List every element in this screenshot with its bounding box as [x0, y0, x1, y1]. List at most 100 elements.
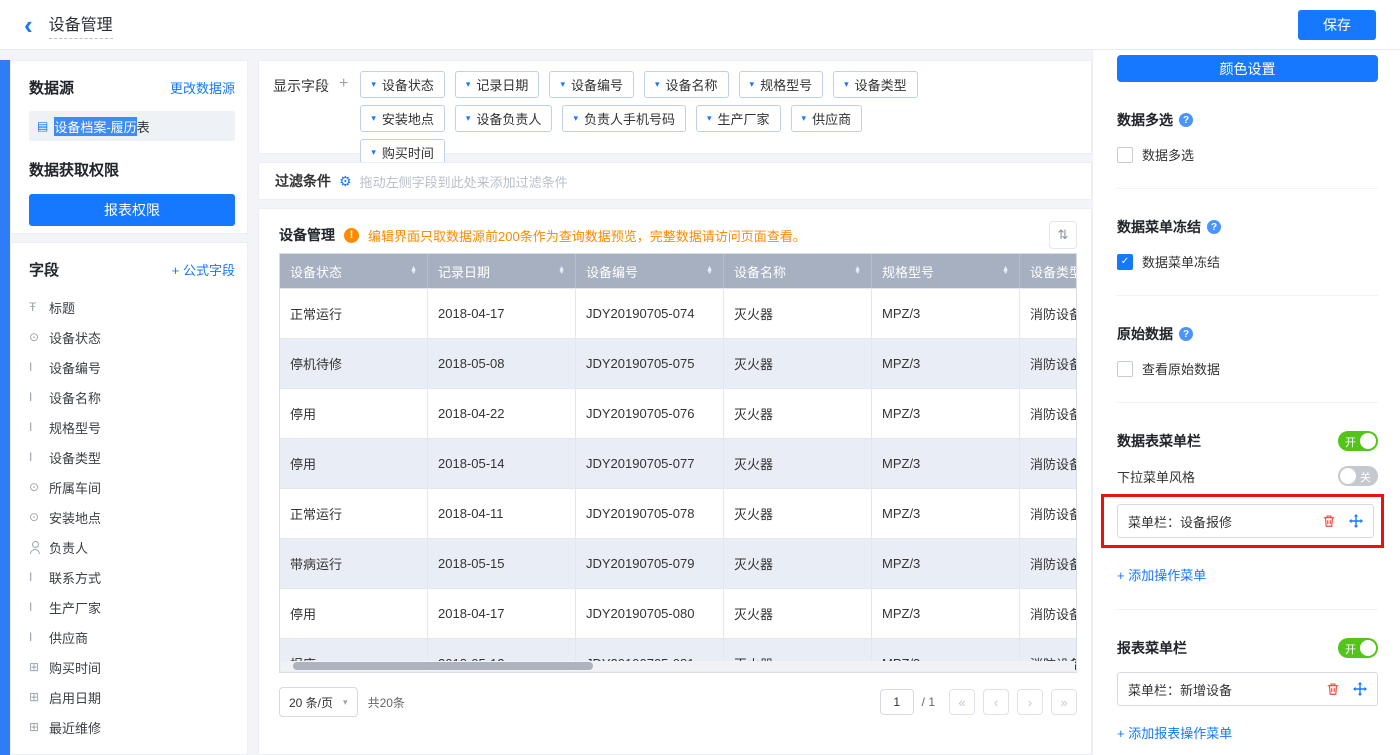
display-field-chip[interactable]: ▾ 安装地点: [360, 105, 445, 132]
chip-label: 购买时间: [381, 146, 434, 161]
table-row[interactable]: 正常运行 2018-04-17 JDY20190705-074 灭火器 MPZ/3 消防设…: [280, 288, 1076, 338]
field-item[interactable]: ⊙ 设备状态: [29, 322, 235, 352]
display-field-chip[interactable]: ▾ 生产厂家: [695, 105, 781, 132]
add-display-field-button[interactable]: +: [339, 75, 348, 93]
filter-panel: 过滤条件 ⚙ 拖动左侧字段到此处来添加过滤条件: [258, 162, 1092, 200]
datasource-item[interactable]: ▤ 设备档案-履历 表: [29, 111, 235, 141]
field-item[interactable]: ⊙ 所属车间: [29, 472, 235, 502]
field-item[interactable]: I 设备类型: [29, 442, 235, 472]
column-header[interactable]: 设备名称 ▲ ▼: [724, 254, 872, 288]
display-field-chip[interactable]: ▾ 负责人手机号码: [562, 105, 686, 132]
table-row[interactable]: 正常运行 2018-04-11 JDY20190705-078 灭火器 MPZ/3 消防设…: [280, 488, 1076, 538]
table-cell: 停用: [280, 438, 428, 488]
table-row[interactable]: 停用 2018-05-14 JDY20190705-077 灭火器 MPZ/3 消防设备: [280, 438, 1076, 488]
display-field-chip[interactable]: ▾ 设备状态: [360, 71, 445, 98]
field-label: 规格型号: [49, 420, 102, 436]
delete-icon[interactable]: [1326, 682, 1340, 696]
pagination-nav: « ‹ › »: [949, 689, 1077, 715]
table-menu-toggle[interactable]: 开: [1338, 431, 1378, 451]
multi-select-checkbox[interactable]: [1117, 146, 1133, 163]
last-page-button[interactable]: »: [1051, 689, 1077, 715]
table-cell: 消防设备: [1020, 538, 1076, 588]
prev-page-button[interactable]: ‹: [983, 689, 1009, 715]
question-icon[interactable]: ?: [1207, 220, 1221, 234]
display-field-chip[interactable]: ▾ 设备类型: [833, 71, 918, 98]
sort-icon[interactable]: ▲ ▼: [558, 265, 565, 276]
field-item[interactable]: ⊞ 启用日期: [29, 682, 235, 712]
column-header[interactable]: 设备编号 ▲ ▼: [576, 254, 724, 288]
sort-icon[interactable]: ▲ ▼: [1002, 265, 1009, 276]
raw-data-checkbox-row[interactable]: 查看原始数据: [1117, 359, 1378, 378]
field-item[interactable]: Ŧ 标题: [29, 292, 235, 322]
datasource-name-rest: 表: [136, 119, 150, 135]
text-icon: I: [29, 360, 33, 374]
field-item[interactable]: 负责人: [29, 532, 235, 562]
report-permission-button[interactable]: 报表权限: [29, 194, 235, 226]
raw-data-checkbox[interactable]: [1117, 360, 1133, 377]
field-item[interactable]: ⊞ 购买时间: [29, 652, 235, 682]
table-row[interactable]: 停机待修 2018-05-08 JDY20190705-075 灭火器 MPZ/3 消防设…: [280, 338, 1076, 388]
field-item[interactable]: I 供应商: [29, 622, 235, 652]
display-field-chip[interactable]: ▾ 设备名称: [643, 71, 729, 98]
menu-item-device-repair[interactable]: 菜单栏：设备报修: [1117, 504, 1374, 538]
add-action-menu-link[interactable]: + 添加操作菜单: [1117, 565, 1206, 584]
horizontal-scrollbar-thumb[interactable]: [293, 662, 593, 670]
sort-icon[interactable]: ▲ ▼: [410, 265, 417, 276]
field-list: Ŧ 标题 ⊙ 设备状态 I 设备编号 I 设备名称 I 规格型号 I 设备类型 ⊙ 所属车间 ⊙ 安装地点 负责…: [29, 292, 235, 742]
next-page-button[interactable]: ›: [1017, 689, 1043, 715]
question-icon[interactable]: ?: [1179, 113, 1193, 127]
column-title: 设备状态: [290, 264, 343, 280]
display-field-chip[interactable]: ▾ 记录日期: [454, 71, 540, 98]
gear-icon[interactable]: ⚙: [339, 173, 352, 190]
filter-label: 过滤条件: [275, 173, 331, 189]
field-item[interactable]: ⊙ 安装地点: [29, 502, 235, 532]
multi-select-checkbox-row[interactable]: 数据多选: [1117, 145, 1378, 164]
table-cell: 2018-04-22: [428, 388, 576, 438]
table-row[interactable]: 带病运行 2018-05-15 JDY20190705-079 灭火器 MPZ/3 消防设…: [280, 538, 1076, 588]
table-sort-button[interactable]: ⇅: [1049, 221, 1077, 249]
total-count: 共20条: [367, 695, 405, 710]
field-item[interactable]: I 联系方式: [29, 562, 235, 592]
display-field-chip[interactable]: ▾ 规格型号: [738, 71, 824, 98]
sort-icon[interactable]: ▲ ▼: [854, 265, 861, 276]
table-cell: MPZ/3: [872, 538, 1020, 588]
color-settings-button[interactable]: 颜色设置: [1117, 55, 1378, 82]
page-title[interactable]: 设备管理: [48, 11, 113, 39]
display-field-chip[interactable]: ▾ 设备编号: [549, 71, 634, 98]
column-header[interactable]: 记录日期 ▲ ▼: [428, 254, 576, 288]
column-header[interactable]: 规格型号 ▲ ▼: [872, 254, 1020, 288]
menu-freeze-checkbox[interactable]: ✓: [1117, 253, 1133, 270]
sort-icon[interactable]: ▲ ▼: [706, 265, 713, 276]
field-item[interactable]: I 设备编号: [29, 352, 235, 382]
table-row[interactable]: 停用 2018-04-17 JDY20190705-080 灭火器 MPZ/3 消防设备: [280, 588, 1076, 638]
current-page-input[interactable]: 1: [879, 689, 914, 715]
menu-freeze-checkbox-row[interactable]: ✓ 数据菜单冻结: [1117, 252, 1378, 271]
add-formula-field-link[interactable]: + 公式字段: [172, 260, 235, 279]
table-cell: MPZ/3: [872, 588, 1020, 638]
table-cell: 消防设备: [1020, 488, 1076, 538]
menu-item-new-device[interactable]: 菜单栏：新增设备: [1117, 672, 1378, 706]
display-field-chip[interactable]: ▾ 供应商: [790, 105, 863, 132]
save-button[interactable]: 保存: [1298, 9, 1376, 40]
page-size-select[interactable]: 20 条/页 ▾: [279, 687, 358, 717]
column-header[interactable]: 设备状态 ▲ ▼: [280, 254, 428, 288]
table-cell: 灭火器: [724, 488, 872, 538]
back-icon[interactable]: ‹: [24, 12, 33, 38]
table-row[interactable]: 停用 2018-04-22 JDY20190705-076 灭火器 MPZ/3 消防设备: [280, 388, 1076, 438]
delete-icon[interactable]: [1322, 514, 1336, 528]
question-icon[interactable]: ?: [1179, 327, 1193, 341]
first-page-button[interactable]: «: [949, 689, 975, 715]
move-icon[interactable]: [1353, 682, 1367, 696]
add-report-action-menu-link[interactable]: + 添加报表操作菜单: [1117, 723, 1232, 742]
field-item[interactable]: I 设备名称: [29, 382, 235, 412]
display-field-chip[interactable]: ▾ 设备负责人: [454, 105, 553, 132]
change-datasource-link[interactable]: 更改数据源: [170, 78, 235, 97]
column-header[interactable]: 设备类型▲▼: [1020, 254, 1076, 288]
text-icon: I: [29, 420, 33, 434]
report-menu-toggle[interactable]: 开: [1338, 638, 1378, 658]
field-item[interactable]: I 规格型号: [29, 412, 235, 442]
dropdown-style-toggle[interactable]: 关: [1338, 466, 1378, 486]
field-item[interactable]: I 生产厂家: [29, 592, 235, 622]
field-item[interactable]: ⊞ 最近维修: [29, 712, 235, 742]
move-icon[interactable]: [1349, 514, 1363, 528]
